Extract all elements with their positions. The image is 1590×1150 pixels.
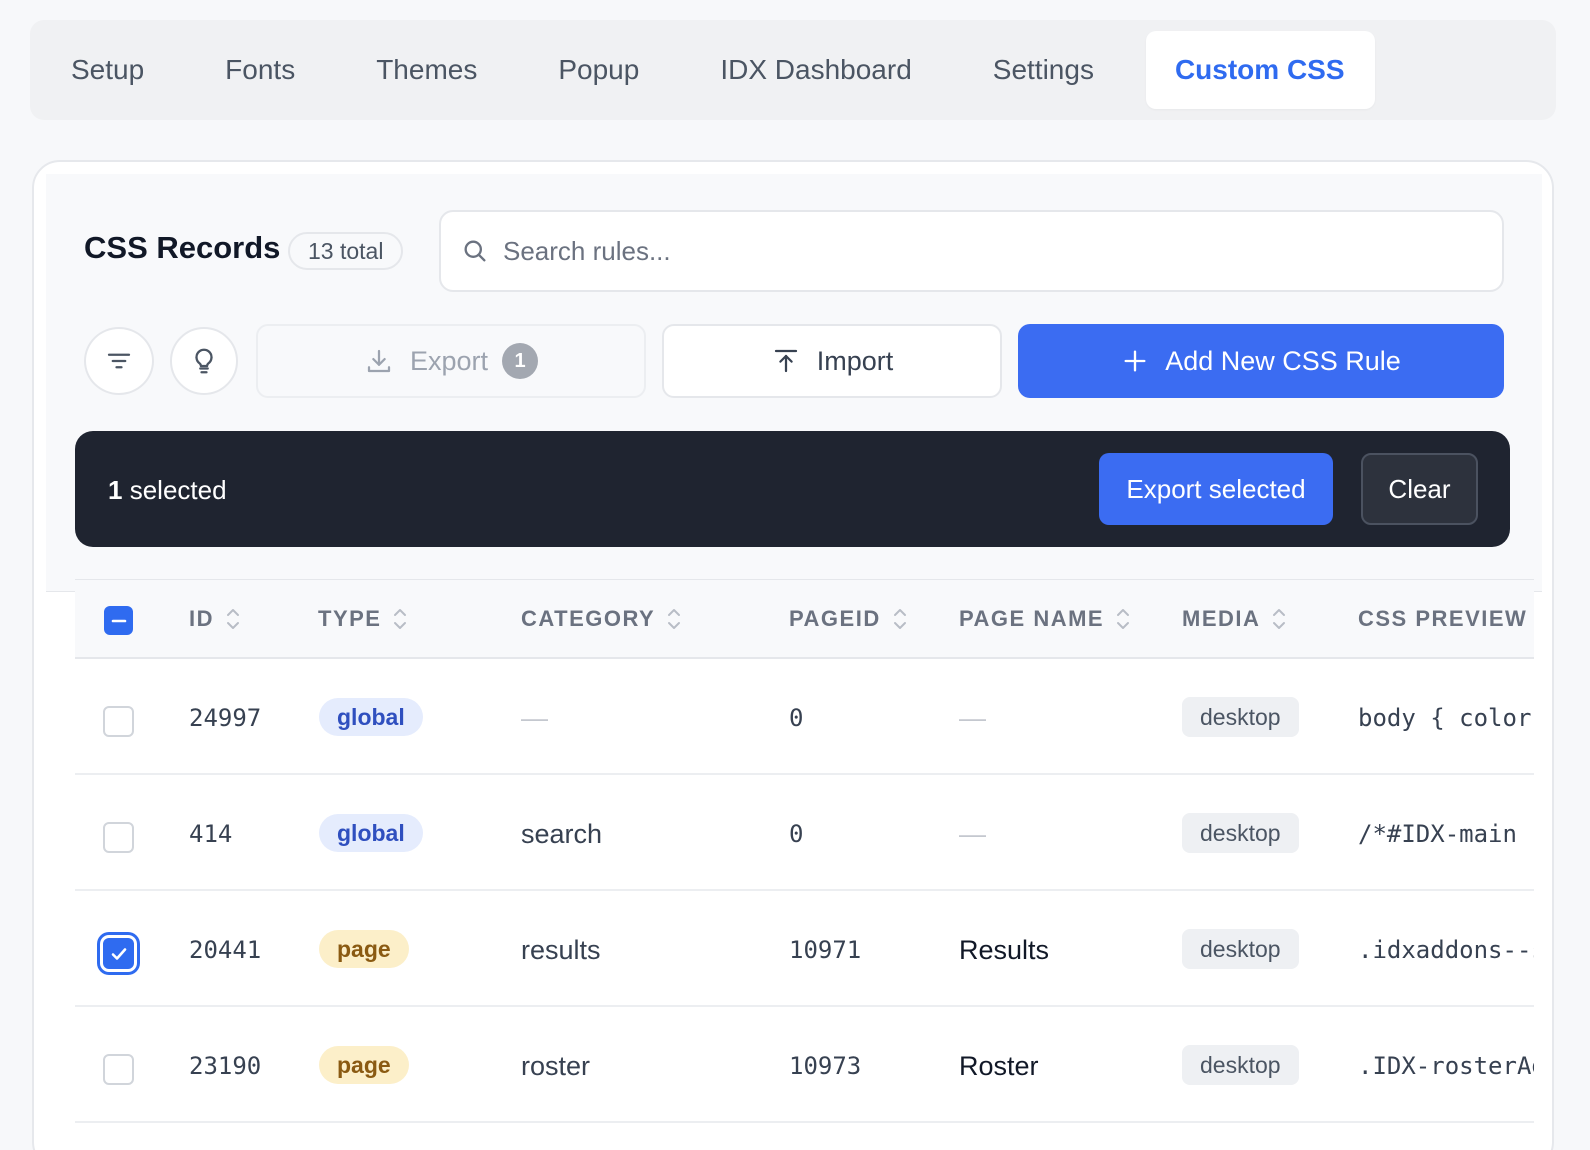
sort-icon — [1116, 606, 1130, 632]
selection-count-text: 1 selected — [108, 475, 227, 506]
tips-button[interactable] — [170, 327, 238, 395]
select-all-checkbox[interactable] — [104, 606, 133, 635]
cell-category: roster — [521, 1051, 591, 1081]
column-label: CSS PREVIEW — [1358, 606, 1528, 631]
import-button[interactable]: Import — [662, 324, 1002, 398]
table-row[interactable]: 414 global search 0 — desktop /*#IDX-mai… — [75, 775, 1534, 891]
selection-bar: 1 selected Export selected Clear — [75, 431, 1510, 547]
sort-icon — [393, 606, 407, 632]
column-header-page-name[interactable]: PAGE NAME — [959, 606, 1130, 632]
download-icon — [364, 346, 394, 376]
sort-icon — [226, 606, 240, 632]
add-label: Add New CSS Rule — [1165, 345, 1401, 376]
tab-idx-dashboard[interactable]: IDX Dashboard — [691, 31, 941, 109]
column-header-css-preview: CSS PREVIEW — [1358, 606, 1527, 632]
upload-icon — [771, 346, 801, 376]
row-checkbox[interactable] — [103, 938, 134, 969]
table-header: ID TYPE CATEGORY PAGEID PAGE NAME MEDIA … — [75, 579, 1534, 659]
cell-id: 23190 — [189, 1052, 262, 1080]
search-input[interactable] — [503, 235, 1403, 267]
tab-popup[interactable]: Popup — [529, 31, 669, 109]
filter-button[interactable] — [84, 327, 154, 395]
checkmark-icon — [108, 943, 130, 965]
import-label: Import — [816, 345, 894, 376]
type-badge: page — [319, 1046, 409, 1084]
type-badge: global — [319, 814, 423, 852]
add-css-rule-button[interactable]: Add New CSS Rule — [1018, 324, 1504, 398]
tab-settings[interactable]: Settings — [964, 31, 1124, 109]
cell-page-name: Results — [959, 935, 1050, 965]
type-badge: page — [319, 930, 409, 968]
cell-pageid: 0 — [789, 704, 804, 732]
filter-icon — [104, 346, 134, 376]
search-icon — [461, 237, 489, 265]
cell-page-name: — — [959, 819, 986, 849]
row-checkbox[interactable] — [103, 706, 134, 737]
css-records-table: ID TYPE CATEGORY PAGEID PAGE NAME MEDIA … — [75, 579, 1534, 1123]
cell-css-preview: body { color: #000; } — [1358, 704, 1534, 732]
export-selected-button[interactable]: Export selected — [1099, 453, 1333, 525]
media-badge: desktop — [1182, 1045, 1299, 1085]
cell-page-name: — — [959, 703, 986, 733]
selection-count: 1 — [108, 475, 123, 505]
export-label: Export — [409, 345, 489, 376]
cell-id: 414 — [189, 820, 233, 848]
search-box — [439, 210, 1504, 292]
column-label: PAGE NAME — [959, 606, 1105, 631]
table-row[interactable]: 23190 page roster 10973 Roster desktop .… — [75, 1007, 1534, 1123]
type-badge: global — [319, 698, 423, 736]
column-header-id[interactable]: ID — [189, 606, 240, 632]
cell-pageid: 10973 — [789, 1052, 862, 1080]
cell-category: — — [521, 703, 548, 733]
tab-setup[interactable]: Setup — [42, 31, 174, 109]
cell-pageid: 10971 — [789, 936, 862, 964]
total-count-badge: 13 total — [288, 232, 404, 270]
cell-css-preview: .idxaddons--s — [1358, 936, 1534, 964]
cell-id: 24997 — [189, 704, 262, 732]
sort-icon — [667, 606, 681, 632]
column-header-pageid[interactable]: PAGEID — [789, 606, 907, 632]
column-header-type[interactable]: TYPE — [318, 606, 407, 632]
cell-pageid: 0 — [789, 820, 804, 848]
tab-custom-css[interactable]: Custom CSS — [1145, 31, 1375, 109]
nav-tab-bar: Setup Fonts Themes Popup IDX Dashboard S… — [30, 20, 1556, 120]
media-badge: desktop — [1182, 929, 1299, 969]
column-label: ID — [189, 606, 214, 631]
page-title: CSS Records — [84, 230, 281, 265]
column-header-category[interactable]: CATEGORY — [521, 606, 681, 632]
cell-category: results — [521, 935, 601, 965]
cell-id: 20441 — [189, 936, 262, 964]
column-label: TYPE — [318, 606, 382, 631]
column-header-media[interactable]: MEDIA — [1182, 606, 1286, 632]
sort-icon — [893, 606, 907, 632]
row-checkbox[interactable] — [103, 1054, 134, 1085]
column-label: MEDIA — [1182, 606, 1261, 631]
cell-css-preview: .IDX-rosterAg — [1358, 1052, 1534, 1080]
media-badge: desktop — [1182, 697, 1299, 737]
export-button[interactable]: Export 1 — [256, 324, 646, 398]
clear-selection-button[interactable]: Clear — [1361, 453, 1478, 525]
column-label: PAGEID — [789, 606, 881, 631]
sort-icon — [1272, 606, 1286, 632]
table-row[interactable]: 24997 global — 0 — desktop body { color:… — [75, 659, 1534, 775]
row-checkbox[interactable] — [103, 822, 134, 853]
cell-css-preview: /*#IDX-main - — [1358, 820, 1534, 848]
export-count-badge: 1 — [502, 343, 539, 379]
lightbulb-icon — [189, 346, 219, 376]
plus-icon — [1121, 347, 1149, 375]
table-row[interactable]: 20441 page results 10971 Results desktop… — [75, 891, 1534, 1007]
tab-fonts[interactable]: Fonts — [196, 31, 325, 109]
cell-category: search — [521, 819, 603, 849]
column-label: CATEGORY — [521, 606, 656, 631]
selection-suffix: selected — [129, 475, 227, 505]
cell-page-name: Roster — [959, 1051, 1039, 1081]
tab-themes[interactable]: Themes — [347, 31, 507, 109]
media-badge: desktop — [1182, 813, 1299, 853]
